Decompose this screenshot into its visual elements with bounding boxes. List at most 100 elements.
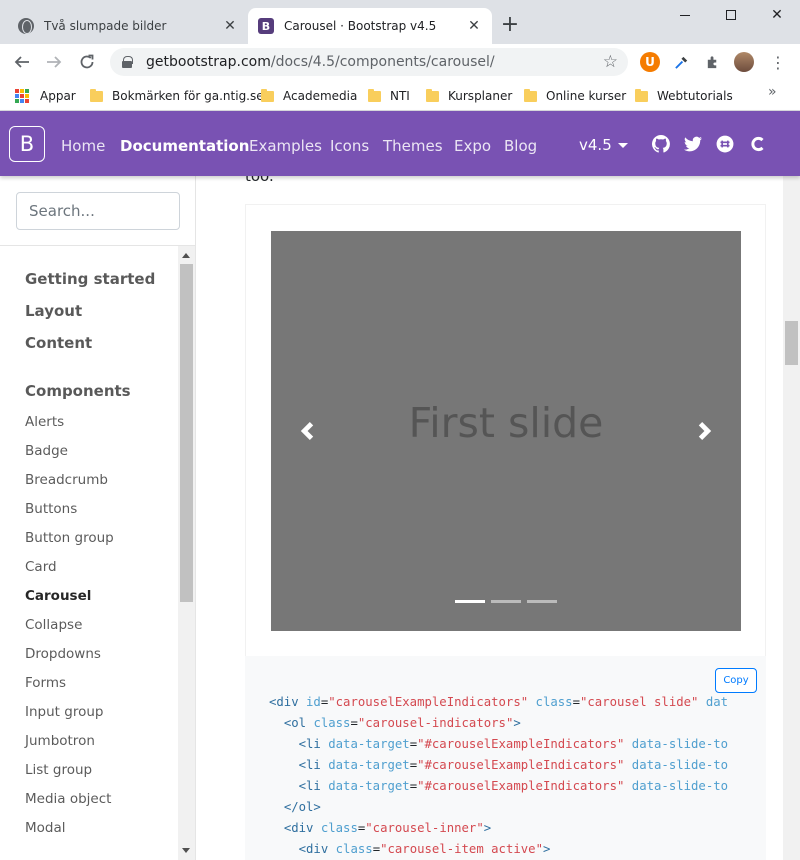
bookmark-folder[interactable]: Bokmärken för ga.ntig.se — [90, 86, 264, 106]
reload-button[interactable] — [75, 50, 99, 74]
sidebar-item-carousel[interactable]: Carousel — [25, 588, 91, 604]
code-token: class — [335, 842, 373, 856]
browser-tab-inactive[interactable]: Två slumpade bilder ✕ — [8, 8, 248, 44]
sidebar-item-button-group[interactable]: Button group — [25, 530, 114, 546]
sidebar-scrollbar[interactable] — [178, 246, 195, 860]
sidebar-item-alerts[interactable]: Alerts — [25, 414, 64, 430]
maximize-button[interactable] — [708, 0, 754, 30]
carousel-next-button[interactable] — [691, 417, 719, 445]
close-tab-icon[interactable]: ✕ — [222, 18, 238, 34]
bookmark-label: Appar — [40, 89, 76, 103]
nav-link-themes[interactable]: Themes — [383, 137, 443, 155]
page-scrollbar[interactable] — [783, 176, 800, 860]
sidebar-group-content[interactable]: Content — [25, 334, 92, 352]
sidebar-item-card[interactable]: Card — [25, 559, 57, 575]
carousel-indicator[interactable] — [491, 600, 521, 603]
chevron-left-icon — [300, 422, 314, 440]
sidebar-item-breadcrumb[interactable]: Breadcrumb — [25, 472, 108, 488]
bookmark-folder[interactable]: NTI — [368, 86, 410, 106]
extensions-puzzle-icon[interactable] — [702, 52, 722, 72]
folder-icon — [524, 88, 537, 102]
bookmark-star-icon[interactable]: ☆ — [603, 52, 618, 72]
bookmarks-bar: Appar Bokmärken för ga.ntig.se Academedi… — [0, 80, 800, 111]
search-input[interactable]: Search... — [16, 192, 180, 230]
nav-link-documentation[interactable]: Documentation — [120, 137, 249, 155]
address-bar[interactable]: getbootstrap.com/docs/4.5/components/car… — [110, 48, 628, 76]
chevron-right-icon — [698, 422, 712, 440]
eyedropper-icon[interactable] — [671, 52, 691, 72]
code-token: "carousel-item active" — [380, 842, 543, 856]
opencollective-icon[interactable] — [749, 135, 767, 153]
sidebar-scroll-thumb[interactable] — [180, 264, 193, 602]
browser-menu-icon[interactable]: ⋮ — [768, 52, 788, 72]
bookmark-folder[interactable]: Online kurser — [524, 86, 626, 106]
extension-u-icon[interactable]: U — [640, 52, 660, 72]
code-token: </ol> — [283, 800, 321, 814]
bookmark-label: Academedia — [283, 89, 358, 103]
bookmark-apps[interactable]: Appar — [15, 86, 76, 106]
sidebar-item-collapse[interactable]: Collapse — [25, 617, 82, 633]
docs-sidebar: Search... Getting started Layout Content… — [0, 176, 196, 860]
bookmark-folder[interactable]: Kursplaner — [426, 86, 512, 106]
twitter-icon[interactable] — [684, 135, 702, 153]
code-token: <li — [298, 737, 329, 751]
sidebar-item-dropdowns[interactable]: Dropdowns — [25, 646, 101, 662]
carousel-indicator[interactable] — [527, 600, 557, 603]
folder-icon — [90, 88, 103, 102]
code-line: <ol class="carousel-indicators"> — [269, 713, 743, 734]
nav-link-icons[interactable]: Icons — [330, 137, 369, 155]
version-dropdown[interactable]: v4.5 — [579, 136, 628, 154]
profile-avatar[interactable] — [734, 52, 754, 72]
sidebar-item-input-group[interactable]: Input group — [25, 704, 103, 720]
nav-link-blog[interactable]: Blog — [504, 137, 537, 155]
code-line: <li data-target="#carouselExampleIndicat… — [269, 755, 743, 776]
sidebar-item-badge[interactable]: Badge — [25, 443, 68, 459]
sidebar-item-jumbotron[interactable]: Jumbotron — [25, 733, 95, 749]
folder-icon — [426, 88, 439, 102]
back-button[interactable] — [10, 50, 34, 74]
sidebar-group-components[interactable]: Components — [25, 382, 131, 400]
sidebar-item-modal[interactable]: Modal — [25, 820, 66, 836]
bootstrap-icon: B — [258, 18, 274, 34]
carousel-prev-button[interactable] — [293, 417, 321, 445]
scroll-up-icon[interactable] — [182, 253, 190, 258]
page-scroll-thumb[interactable] — [785, 321, 798, 365]
forward-button[interactable] — [42, 50, 66, 74]
nav-link-expo[interactable]: Expo — [454, 137, 491, 155]
bookmark-folder[interactable]: Webtutorials — [635, 86, 733, 106]
browser-tab-active[interactable]: B Carousel · Bootstrap v4.5 ✕ — [248, 8, 492, 44]
code-line: <div class="carousel-inner"> — [269, 818, 743, 839]
bookmark-folder[interactable]: Academedia — [261, 86, 357, 106]
sidebar-item-list-group[interactable]: List group — [25, 762, 92, 778]
nav-link-examples[interactable]: Examples — [249, 137, 322, 155]
more-bookmarks-button[interactable]: » — [768, 84, 777, 100]
sidebar-item-buttons[interactable]: Buttons — [25, 501, 77, 517]
code-token: "carousel-indicators" — [357, 716, 514, 730]
code-token: dat — [705, 695, 729, 709]
carousel: First slide — [271, 231, 741, 631]
new-tab-button[interactable]: + — [498, 14, 522, 38]
sidebar-group-layout[interactable]: Layout — [25, 302, 82, 320]
close-tab-icon[interactable]: ✕ — [466, 18, 482, 34]
code-line: <li data-target="#carouselExampleIndicat… — [269, 776, 743, 797]
maximize-icon — [726, 10, 736, 20]
copy-button[interactable]: Copy — [715, 668, 757, 693]
minimize-button[interactable] — [662, 0, 708, 30]
carousel-indicator[interactable] — [455, 600, 485, 603]
sidebar-group-getting-started[interactable]: Getting started — [25, 270, 155, 288]
close-window-button[interactable]: ✕ — [754, 0, 800, 30]
bootstrap-logo[interactable]: B — [9, 126, 45, 162]
code-line: </ol> — [269, 797, 743, 818]
scroll-down-icon[interactable] — [182, 848, 190, 853]
github-icon[interactable] — [652, 135, 670, 153]
code-line: <div id = "carouselExampleIndicators" clas… — [269, 692, 743, 713]
reload-icon — [80, 54, 94, 69]
nav-link-home[interactable]: Home — [61, 137, 105, 155]
sidebar-item-media-object[interactable]: Media object — [25, 791, 111, 807]
slack-icon[interactable] — [716, 135, 734, 153]
sidebar-item-forms[interactable]: Forms — [25, 675, 66, 691]
